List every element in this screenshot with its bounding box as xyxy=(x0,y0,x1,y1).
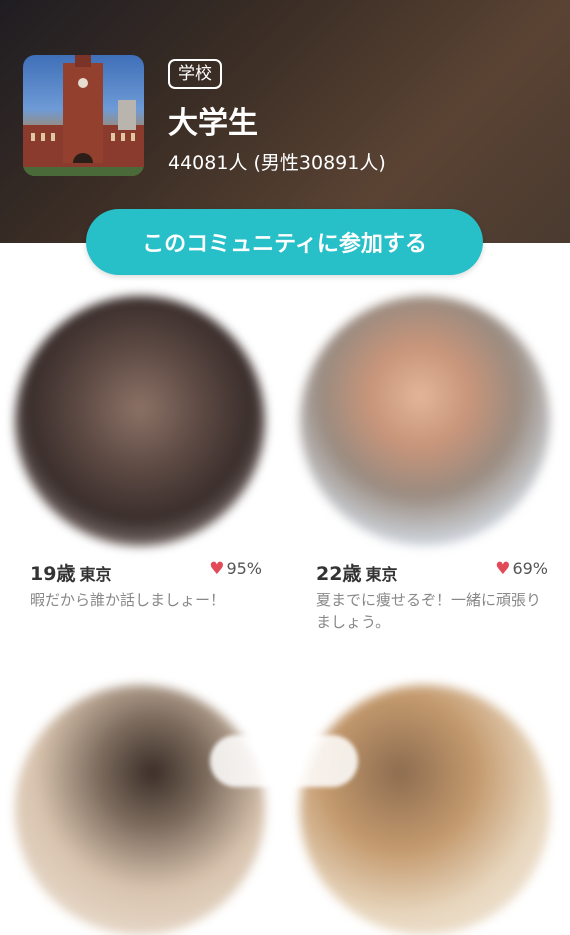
match-rate: ♥ 95% xyxy=(209,559,262,579)
community-header: 学校 大学生 44081人 (男性30891人) xyxy=(0,0,570,243)
university-building-image xyxy=(23,55,144,176)
user-avatar[interactable] xyxy=(300,296,550,546)
match-rate: ♥ 69% xyxy=(495,559,548,579)
user-avatar[interactable] xyxy=(15,685,265,935)
community-title: 大学生 xyxy=(168,106,258,141)
user-card-meta: 22歳 東京 ♥ 69% xyxy=(316,559,548,585)
user-message: 暇だから誰か話しましょー！ xyxy=(30,591,226,609)
user-avatar[interactable] xyxy=(300,685,550,935)
user-location: 東京 xyxy=(79,565,112,584)
category-tag: 学校 xyxy=(168,59,222,89)
member-count: 44081人 (男性30891人) xyxy=(168,152,386,174)
community-thumbnail xyxy=(23,55,144,176)
match-value: 69% xyxy=(512,559,548,578)
user-card-meta: 19歳 東京 ♥ 95% xyxy=(30,559,262,585)
join-community-button[interactable]: このコミュニティに参加する xyxy=(86,209,483,275)
user-message: 夏までに痩せるぞ！一緒に頑張りましょう。 xyxy=(316,591,542,631)
heart-icon: ♥ xyxy=(495,559,511,579)
floating-overlay-button[interactable] xyxy=(210,735,358,787)
heart-icon: ♥ xyxy=(209,559,225,579)
user-age: 22歳 xyxy=(316,563,362,585)
user-age: 19歳 xyxy=(30,563,76,585)
match-value: 95% xyxy=(226,559,262,578)
user-avatar[interactable] xyxy=(15,296,265,546)
user-location: 東京 xyxy=(365,565,398,584)
